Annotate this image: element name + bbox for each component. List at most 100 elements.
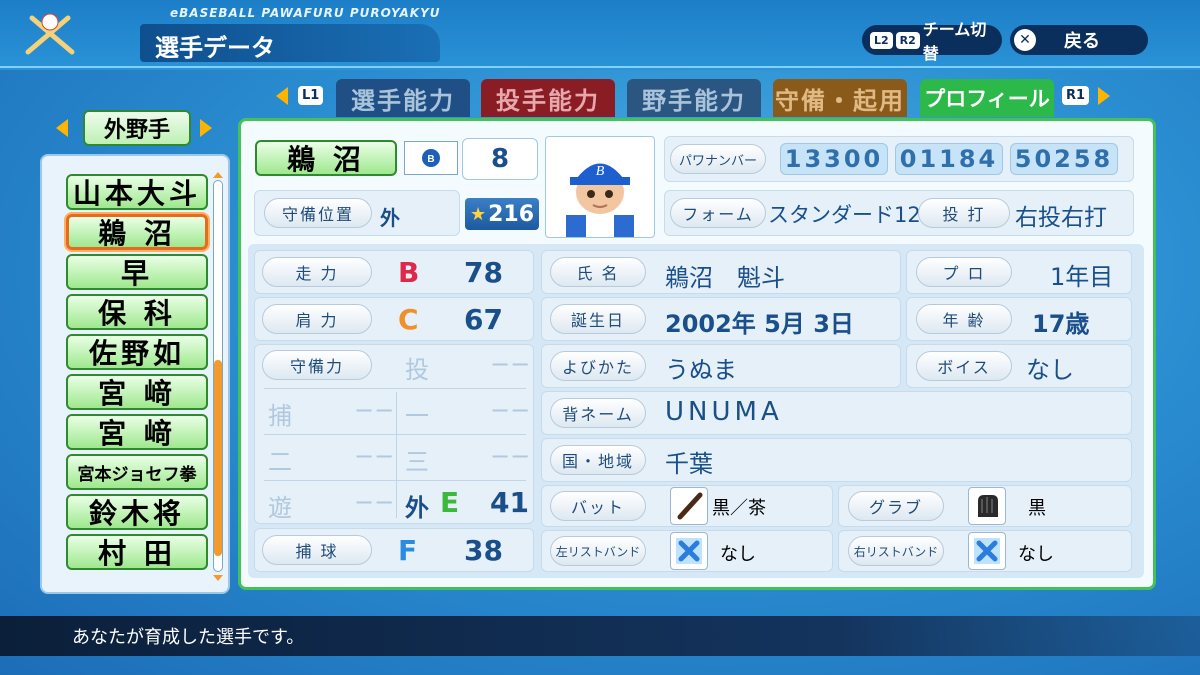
def-short-val: −− bbox=[354, 488, 395, 516]
catching-grade: F bbox=[398, 534, 418, 567]
glove-value: 黒 bbox=[1028, 498, 1046, 519]
player-name-badge: 鵜 沼 bbox=[255, 140, 397, 176]
player-avatar-icon: B bbox=[566, 163, 634, 237]
back-button[interactable]: ✕ 戻る bbox=[1010, 25, 1148, 55]
def-catcher-val: −− bbox=[354, 396, 395, 424]
position-value: 外 bbox=[380, 206, 400, 230]
player-list-item[interactable]: 佐野如 bbox=[66, 334, 208, 370]
overall-rating: ★ 216 bbox=[465, 198, 539, 230]
pro-years: 1年目 bbox=[1050, 263, 1114, 291]
baseball-bats-icon bbox=[25, 13, 75, 55]
arm-value: 67 bbox=[464, 303, 503, 336]
position-selector[interactable]: 外野手 bbox=[83, 110, 191, 146]
svg-text:B: B bbox=[427, 154, 434, 165]
tab-left-arrow-icon[interactable] bbox=[276, 87, 288, 105]
star-icon: ★ bbox=[469, 203, 487, 225]
team-logo-icon: B bbox=[404, 141, 458, 175]
player-list-item[interactable]: 山本大斗 bbox=[66, 174, 208, 210]
overall-rating-value: 216 bbox=[488, 201, 535, 227]
cross-button-icon: ✕ bbox=[1014, 29, 1036, 51]
player-portrait: B bbox=[545, 136, 655, 238]
pro-label: プ ロ bbox=[916, 257, 1012, 287]
speed-grade: B bbox=[398, 256, 420, 289]
form-value: スタンダード124 bbox=[768, 203, 935, 227]
position-right-arrow-icon[interactable] bbox=[200, 119, 212, 137]
tab-fielder-ability[interactable]: 野手能力 bbox=[627, 79, 761, 117]
tab-player-ability[interactable]: 選手能力 bbox=[336, 79, 470, 117]
catching-label: 捕 球 bbox=[262, 535, 372, 565]
footer-message: あなたが育成した選手です。 bbox=[72, 627, 305, 648]
tab-defense-usage[interactable]: 守備・起用 bbox=[773, 79, 907, 117]
pawa-number-label: パワナンバー bbox=[670, 144, 766, 174]
svg-text:B: B bbox=[596, 164, 605, 179]
age-value: 17歳 bbox=[1032, 310, 1090, 338]
tab-profile[interactable]: プロフィール bbox=[920, 79, 1054, 117]
tab-right-arrow-icon[interactable] bbox=[1098, 87, 1110, 105]
game-subtitle: eBASEBALL PAWAFURU PUROYAKYU bbox=[170, 6, 441, 20]
right-wristband-none-icon bbox=[968, 532, 1006, 570]
name-label: 氏 名 bbox=[550, 257, 646, 287]
right-wristband-label: 右リストバンド bbox=[848, 536, 944, 566]
defense-label: 守備力 bbox=[262, 350, 372, 380]
def-second-val: −− bbox=[354, 442, 395, 470]
team-switch-label: チーム切替 bbox=[922, 20, 987, 63]
left-wristband-none-icon bbox=[670, 532, 708, 570]
def-outfield-val: 41 bbox=[490, 486, 529, 519]
player-list-item[interactable]: 早 bbox=[66, 254, 208, 290]
speed-value: 78 bbox=[464, 256, 503, 289]
def-first-pos: 一 bbox=[405, 402, 429, 430]
divider bbox=[264, 388, 526, 389]
bat-icon bbox=[670, 487, 708, 525]
throw-bat-value: 右投右打 bbox=[1015, 205, 1107, 231]
player-list-item[interactable]: 保 科 bbox=[66, 294, 208, 330]
age-label: 年 齢 bbox=[916, 304, 1012, 334]
position-left-arrow-icon[interactable] bbox=[56, 119, 68, 137]
arm-grade: C bbox=[398, 303, 419, 336]
full-name: 鵜沼 魁斗 bbox=[665, 264, 785, 292]
player-list-item[interactable]: 村 田 bbox=[66, 534, 208, 570]
left-wristband-label: 左リストバンド bbox=[550, 536, 646, 566]
glove-icon bbox=[968, 487, 1006, 525]
scrollbar-thumb[interactable] bbox=[214, 360, 222, 556]
right-wristband-value: なし bbox=[1018, 544, 1054, 565]
def-pitcher-val: −− bbox=[490, 350, 531, 378]
player-list-item[interactable]: 鈴木将 bbox=[66, 494, 208, 530]
def-second-pos: 二 bbox=[268, 448, 292, 476]
uniform-number: 8 bbox=[462, 138, 538, 180]
player-list-item[interactable]: 宮本ジョセフ拳 bbox=[66, 454, 208, 490]
page-title: 選手データ bbox=[155, 34, 275, 62]
def-catcher-pos: 捕 bbox=[268, 402, 292, 430]
birth-label: 誕生日 bbox=[550, 304, 646, 334]
reading-label: よびかた bbox=[550, 351, 646, 381]
player-list-item[interactable]: 鵜 沼 bbox=[66, 214, 208, 250]
def-pitcher-pos: 投 bbox=[405, 356, 429, 384]
throw-bat-label: 投 打 bbox=[918, 198, 1010, 228]
region-value: 千葉 bbox=[665, 450, 713, 478]
bat-label: バット bbox=[550, 491, 646, 521]
voice-value: なし bbox=[1026, 356, 1074, 384]
voice-label: ボイス bbox=[916, 351, 1012, 381]
player-list-item[interactable]: 宮 﨑 bbox=[66, 374, 208, 410]
team-switch-button[interactable]: L2 R2 チーム切替 bbox=[862, 20, 1002, 63]
form-label: フォーム bbox=[670, 198, 766, 228]
def-short-pos: 遊 bbox=[268, 494, 292, 522]
back-label: 戻る bbox=[1064, 31, 1100, 52]
player-list-item[interactable]: 宮 﨑 bbox=[66, 414, 208, 450]
l1-key: L1 bbox=[298, 86, 324, 105]
region-label: 国・地域 bbox=[550, 445, 646, 475]
back-name-value: UNUMA bbox=[665, 397, 783, 427]
arm-label: 肩 力 bbox=[262, 304, 372, 334]
speed-label: 走 力 bbox=[262, 257, 372, 287]
bat-value: 黒／茶 bbox=[712, 498, 766, 519]
left-wristband-value: なし bbox=[720, 544, 756, 565]
def-outfield-grade: E bbox=[440, 486, 460, 519]
tab-pitcher-ability[interactable]: 投手能力 bbox=[481, 79, 615, 117]
r1-key: R1 bbox=[1062, 86, 1090, 105]
scroll-down-icon[interactable] bbox=[213, 575, 223, 581]
divider bbox=[396, 392, 397, 518]
def-outfield-pos: 外 bbox=[405, 494, 429, 522]
scroll-up-icon[interactable] bbox=[213, 172, 223, 178]
glove-label: グラブ bbox=[848, 491, 944, 521]
birth-date: 2002年 5月 3日 bbox=[665, 310, 854, 338]
back-name-label: 背ネーム bbox=[550, 398, 646, 428]
